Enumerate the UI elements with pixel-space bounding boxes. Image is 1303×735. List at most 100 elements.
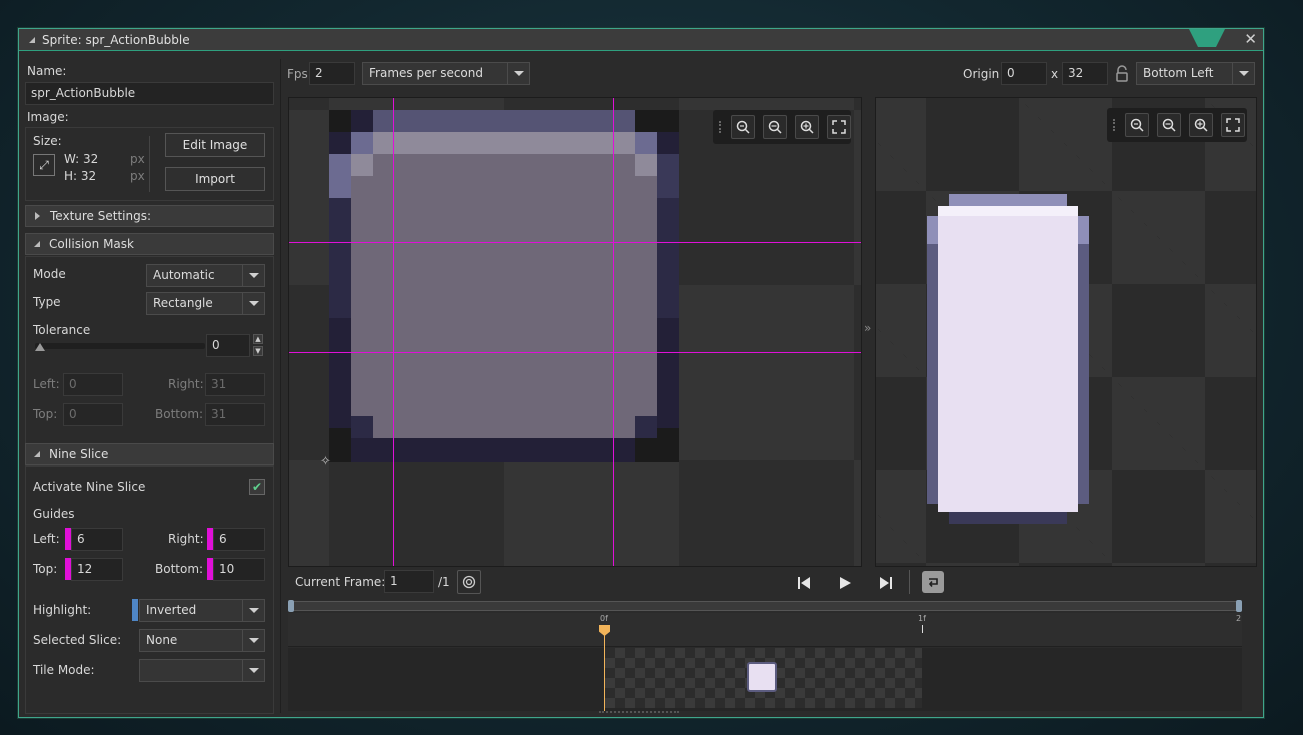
highlight-label: Highlight: [33, 603, 92, 617]
loop-button[interactable] [922, 571, 944, 593]
zoom-out-icon[interactable] [763, 115, 787, 139]
tolerance-input[interactable]: 0 [206, 334, 250, 357]
type-label: Type [33, 295, 61, 309]
nine-slice-guide-top[interactable] [289, 242, 861, 243]
stepper-down-icon[interactable]: ▼ [253, 346, 263, 356]
chevron-down-icon [242, 660, 264, 681]
close-icon[interactable]: ✕ [1244, 31, 1257, 47]
panel-divider[interactable] [280, 59, 281, 713]
divider [909, 570, 910, 594]
guide-right-input[interactable]: 6 [213, 528, 265, 551]
collapse-icon[interactable] [29, 36, 35, 43]
selected-slice-dropdown[interactable]: None [139, 629, 265, 652]
origin-marker-icon[interactable]: ✧ [320, 454, 331, 469]
range-start-handle[interactable] [288, 600, 294, 612]
edit-image-button[interactable]: Edit Image [165, 133, 265, 157]
skip-forward-icon [880, 577, 892, 589]
activate-nine-slice-checkbox[interactable]: ✔ [249, 479, 265, 495]
nine-slice-guide-left[interactable] [393, 98, 394, 566]
range-end-handle[interactable] [1236, 600, 1242, 612]
zoom-reset-icon[interactable] [731, 115, 755, 139]
fps-label: Fps [287, 67, 308, 81]
height-unit: px [130, 169, 145, 183]
current-frame-input[interactable]: 1 [384, 570, 434, 593]
last-frame-button[interactable] [874, 572, 898, 594]
type-dropdown[interactable]: Rectangle [146, 292, 265, 315]
highlight-color-swatch[interactable] [132, 599, 138, 621]
window-titlebar[interactable]: Sprite: spr_ActionBubble ✕ [19, 29, 1263, 51]
nine-slice-guide-right[interactable] [613, 98, 614, 566]
guide-bottom-input[interactable]: 10 [213, 558, 265, 581]
collision-mask-box: Mode Automatic Type Rectangle Tolerance … [25, 256, 274, 466]
nine-slice-preview-canvas[interactable] [875, 97, 1257, 567]
sprite-editor-window: Sprite: spr_ActionBubble ✕ Name: spr_Act… [18, 28, 1264, 718]
width-unit: px [130, 152, 145, 166]
properties-panel: Name: spr_ActionBubble Image: Size: ⤢ W:… [25, 59, 276, 714]
height-value: H: 32 [64, 169, 97, 183]
name-label: Name: [27, 64, 67, 78]
highlight-dropdown[interactable]: Inverted [139, 599, 265, 622]
tolerance-slider-thumb[interactable] [35, 343, 45, 351]
onion-skin-button[interactable] [457, 570, 481, 594]
nine-slice-header[interactable]: Nine Slice [25, 443, 274, 465]
name-input[interactable]: spr_ActionBubble [25, 82, 274, 105]
zoom-in-icon[interactable] [1189, 113, 1213, 137]
divider [149, 136, 150, 192]
mask-left-label: Left: [33, 377, 60, 391]
collapse-preview-icon[interactable]: » [864, 321, 871, 335]
stepper-up-icon[interactable]: ▲ [253, 334, 263, 344]
grip-icon[interactable] [719, 121, 723, 133]
chevron-down-icon [242, 265, 264, 286]
collision-mask-label: Collision Mask [49, 237, 134, 251]
play-icon [840, 577, 851, 589]
nine-slice-label: Nine Slice [49, 447, 109, 461]
mask-left-input[interactable]: 0 [63, 373, 123, 396]
collision-mask-header[interactable]: Collision Mask [25, 233, 274, 255]
frame-thumbnail[interactable] [605, 648, 922, 708]
grip-icon[interactable] [1113, 119, 1117, 131]
resize-icon[interactable]: ⤢ [33, 154, 55, 176]
type-value: Rectangle [153, 296, 213, 310]
editor-zoom-toolbar [713, 110, 851, 144]
zoom-reset-icon[interactable] [1125, 113, 1149, 137]
playhead-line [604, 627, 605, 711]
timeline-ruler[interactable] [288, 613, 1242, 647]
origin-y-input[interactable]: 32 [1062, 62, 1108, 85]
zoom-out-icon[interactable] [1157, 113, 1181, 137]
origin-x-input[interactable]: 0 [1001, 62, 1047, 85]
mask-right-input[interactable]: 31 [205, 373, 265, 396]
mask-top-input[interactable]: 0 [63, 403, 123, 426]
fps-input[interactable]: 2 [309, 62, 355, 85]
preview-image [927, 194, 1089, 524]
nine-slice-guide-bottom[interactable] [289, 352, 861, 353]
chevron-down-icon [242, 600, 264, 621]
resize-grip[interactable] [599, 711, 679, 715]
lock-icon[interactable] [1115, 65, 1129, 83]
first-frame-button[interactable] [792, 572, 816, 594]
mask-right-label: Right: [168, 377, 204, 391]
current-frame-label: Current Frame: [295, 575, 386, 589]
zoom-in-icon[interactable] [795, 115, 819, 139]
tolerance-slider[interactable] [35, 343, 205, 349]
width-value: W: 32 [64, 152, 99, 166]
playback-settings-bar: Fps 2 Frames per second Origin 0 x 32 Bo… [283, 59, 1259, 89]
import-button[interactable]: Import [165, 167, 265, 191]
mode-dropdown[interactable]: Automatic [146, 264, 265, 287]
origin-preset-dropdown[interactable]: Bottom Left [1136, 62, 1255, 85]
tile-mode-label: Tile Mode: [33, 663, 95, 677]
fps-mode-dropdown[interactable]: Frames per second [362, 62, 530, 85]
timeline-range-bar[interactable] [288, 601, 1242, 611]
chevron-down-icon [507, 63, 529, 84]
preview-zoom-toolbar [1107, 108, 1247, 142]
guide-top-input[interactable]: 12 [71, 558, 123, 581]
guide-left-input[interactable]: 6 [71, 528, 123, 551]
expand-icon [35, 212, 40, 220]
play-button[interactable] [833, 572, 857, 594]
tile-mode-dropdown[interactable] [139, 659, 265, 682]
fit-screen-icon[interactable] [827, 115, 851, 139]
fit-screen-icon[interactable] [1221, 113, 1245, 137]
sprite-editor-canvas[interactable]: ✧ [288, 97, 862, 567]
tolerance-label: Tolerance [33, 323, 91, 337]
mask-bottom-input[interactable]: 31 [205, 403, 265, 426]
texture-settings-header[interactable]: Texture Settings: [25, 205, 274, 227]
